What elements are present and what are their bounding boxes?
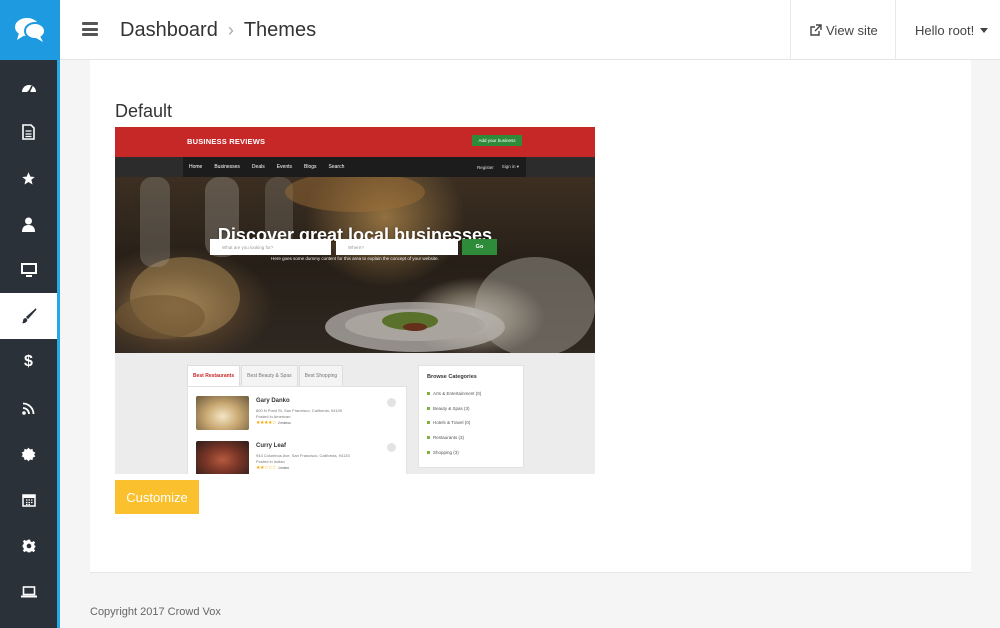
hamburger-menu-icon[interactable] (82, 22, 98, 36)
preview-nav-item: Home (189, 164, 203, 170)
view-site-label: View site (826, 22, 878, 38)
breadcrumb-themes: Themes (243, 18, 317, 41)
external-link-icon (810, 24, 822, 36)
sidebar-item-pages[interactable] (0, 109, 57, 155)
preview-hero-subtitle: Here goes some dummy content for this ar… (271, 256, 439, 261)
preview-listings: Gary Danko 800 N Point St, San Francisco… (187, 386, 407, 474)
user-greeting: Hello root! (915, 22, 975, 38)
preview-hero: Discover great local businesses Here goe… (115, 177, 595, 353)
dashboard-icon (21, 85, 36, 94)
star-icon (22, 171, 35, 184)
preview-nav-item: Deals (251, 164, 265, 170)
chat-bubbles-icon[interactable] (0, 0, 60, 60)
preview-hero-photo (115, 177, 595, 353)
preview-tab: Best Restaurants (187, 365, 241, 387)
preview-listing-name: Gary Danko (256, 398, 290, 404)
chevron-right-icon: › (227, 19, 234, 40)
rss-icon (22, 402, 35, 415)
preview-register: Register (477, 164, 494, 170)
footer-copyright: Copyright 2017 Crowd Vox (90, 606, 221, 618)
preview-category-item: Hotels & Travel (0) (427, 420, 470, 425)
preview-add-business: Add your business (472, 135, 522, 146)
topbar: Dashboard › Themes View site Hello root! (60, 0, 1000, 60)
preview-nav-item: Events (276, 164, 293, 170)
preview-tabs: Best Restaurants Best Beauty & Spas Best… (187, 365, 344, 387)
preview-listing-category: Posted in American (256, 414, 291, 419)
preview-listing: Curry Leaf 943 Columbus Ave, San Francis… (196, 441, 402, 474)
sidebar-item-events[interactable] (0, 477, 57, 523)
topbar-divider (790, 0, 791, 60)
preview-go-button: Go (462, 239, 497, 255)
laptop-icon (20, 586, 37, 598)
user-icon (22, 217, 35, 232)
document-icon (22, 124, 35, 140)
preview-signin: Sign in ▾ (501, 164, 520, 169)
gear-icon (22, 539, 35, 553)
sidebar-item-settings[interactable] (0, 523, 57, 569)
preview-nav-item: Search (328, 164, 345, 170)
preview-listing-photo (196, 396, 249, 430)
preview-listing-address: 800 N Point St, San Francisco, Californi… (256, 408, 343, 413)
preview-category-item: Beauty & Spas (3) (427, 406, 470, 411)
preview-categories: Browse Categories Arts & Entertainment (… (418, 365, 524, 468)
preview-nav-right: Register Sign in ▾ (477, 157, 519, 177)
sidebar-item-system[interactable] (0, 569, 57, 615)
paintbrush-icon (21, 308, 37, 324)
preview-category-item: Shopping (3) (427, 450, 459, 455)
preview-search-field: What are you looking for? (210, 239, 331, 255)
preview-listing-stars: ★★★★☆ (256, 420, 276, 426)
sidebar-item-payments[interactable]: $ (0, 339, 57, 385)
dollar-icon: $ (24, 353, 33, 370)
preview-search-placeholder: What are you looking for? (222, 244, 274, 250)
heart-icon (387, 443, 396, 452)
theme-preview-image: BUSINESS REVIEWS Add your business Home … (115, 127, 595, 474)
heart-icon (387, 398, 396, 407)
sidebar-item-feeds[interactable] (0, 385, 57, 431)
topbar-divider (895, 0, 896, 60)
preview-tab: Best Shopping (298, 365, 344, 387)
sidebar-item-badges[interactable] (0, 431, 57, 477)
customize-button[interactable]: Customize (115, 480, 199, 514)
theme-panel: Default BUSINESS REVIEWS Add your busine… (90, 60, 971, 573)
sidebar-accent-bar (57, 60, 60, 628)
user-menu[interactable]: Hello root! (915, 0, 989, 60)
preview-listing-rating: ★★★★☆ 2 reviews (256, 420, 291, 426)
preview-category-item: Restaurants (3) (427, 435, 464, 440)
preview-tab: Best Beauty & Spas (241, 365, 298, 387)
preview-nav-item: Blogs (304, 164, 317, 170)
preview-listing-rating: ★★☆☆☆ 1 review (256, 465, 289, 471)
preview-category-item: Arts & Entertainment (0) (427, 391, 481, 396)
view-site-link[interactable]: View site (810, 0, 878, 60)
preview-listing-address: 943 Columbus Ave, San Francisco, Califor… (256, 453, 350, 458)
preview-listing-reviews: 1 review (277, 465, 289, 470)
theme-name: Default (115, 101, 173, 121)
preview-listing-reviews: 2 reviews (277, 420, 291, 425)
sidebar-item-users[interactable] (0, 201, 57, 247)
preview-nav: Home Businesses Deals Events Blogs Searc… (183, 157, 526, 177)
sidebar-item-themes[interactable] (0, 293, 57, 339)
preview-brand: BUSINESS REVIEWS (187, 137, 266, 146)
breadcrumb: Dashboard › Themes (120, 0, 316, 60)
sidebar: $ (0, 0, 60, 628)
preview-listing-name: Curry Leaf (256, 443, 287, 449)
sidebar-item-display[interactable] (0, 247, 57, 293)
preview-listing: Gary Danko 800 N Point St, San Francisco… (196, 396, 402, 436)
preview-listing-stars: ★★☆☆☆ (256, 465, 276, 471)
preview-listing-photo (196, 441, 249, 474)
preview-nav-item: Businesses (214, 164, 240, 170)
sidebar-item-dashboard[interactable] (0, 64, 57, 110)
monitor-icon (20, 263, 37, 277)
badge-icon (21, 447, 36, 461)
calendar-icon (21, 494, 36, 507)
preview-listing-category: Posted in Indian (256, 459, 285, 464)
caret-down-icon (980, 27, 989, 33)
preview-categories-title: Browse Categories (427, 374, 477, 380)
preview-where-field: Where? (336, 239, 458, 255)
breadcrumb-dashboard[interactable]: Dashboard (120, 19, 218, 42)
sidebar-item-reviews[interactable] (0, 155, 57, 201)
preview-where-placeholder: Where? (348, 244, 364, 250)
